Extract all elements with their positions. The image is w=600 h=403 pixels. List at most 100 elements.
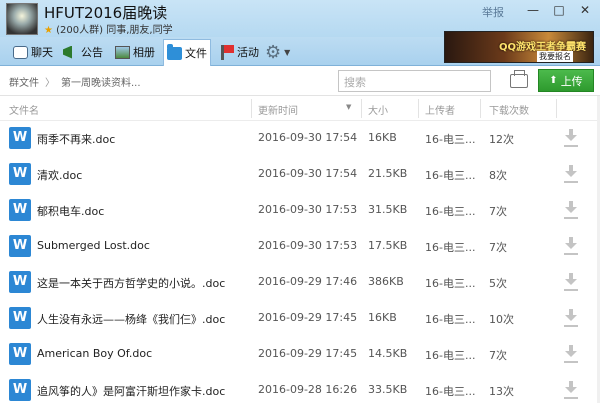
- file-list: W 雨季不再来.doc 2016-09-30 17:54 16KB 16-电三.…: [0, 121, 600, 403]
- ad-button[interactable]: 我要报名: [537, 51, 573, 62]
- header-divider: [480, 99, 481, 118]
- folder-icon: [167, 43, 182, 60]
- album-icon: [115, 45, 130, 59]
- file-name[interactable]: 这是一本关于西方哲学史的小说。.doc: [37, 275, 225, 291]
- download-icon[interactable]: [564, 165, 578, 181]
- tab-chat-label: 聊天: [31, 46, 53, 59]
- table-row[interactable]: W 人生没有永远——杨绛《我们仨》.doc 2016-09-29 17:45 1…: [0, 301, 600, 337]
- print-icon[interactable]: [510, 70, 528, 88]
- header-downloads[interactable]: 下载次数: [489, 102, 529, 117]
- file-time: 2016-09-28 16:26: [258, 383, 358, 396]
- file-uploader[interactable]: 16-电三...: [425, 239, 475, 255]
- group-subtitle: ★ (200人群) 同事,朋友,同学: [44, 21, 173, 36]
- file-time: 2016-09-30 17:54: [258, 131, 358, 144]
- file-downloads: 10次: [489, 313, 514, 326]
- group-name: HFUT2016届晚读: [44, 4, 168, 22]
- close-button[interactable]: ✕: [576, 2, 594, 18]
- ad-banner[interactable]: QQ游戏王者争霸赛 我要报名: [444, 31, 594, 63]
- download-icon[interactable]: [564, 345, 578, 361]
- file-name[interactable]: 郁积电车.doc: [37, 203, 104, 219]
- file-action-bar: 群文件〉第一周晚读资料... 搜索 ⬆ 上传: [0, 66, 600, 96]
- tab-activity[interactable]: 活动: [218, 40, 262, 64]
- download-icon-base: [564, 181, 578, 183]
- group-tags: (200人群) 同事,朋友,同学: [56, 25, 173, 36]
- file-time: 2016-09-29 17:46: [258, 275, 358, 288]
- minimize-button[interactable]: —: [524, 2, 542, 18]
- breadcrumb-current: 第一周晚读资料...: [61, 78, 141, 89]
- upload-button[interactable]: ⬆ 上传: [538, 69, 594, 92]
- flag-icon: [221, 44, 234, 60]
- tab-notice[interactable]: 公告: [60, 40, 106, 64]
- file-uploader[interactable]: 16-电三...: [425, 203, 475, 219]
- file-name[interactable]: 清欢.doc: [37, 167, 82, 183]
- upload-arrow-icon: ⬆: [549, 75, 558, 86]
- table-row[interactable]: W 清欢.doc 2016-09-30 17:54 21.5KB 16-电三..…: [0, 157, 600, 193]
- tab-activity-label: 活动: [237, 46, 259, 59]
- header-size[interactable]: 大小: [368, 102, 388, 117]
- word-doc-icon: W: [9, 271, 31, 293]
- tab-album[interactable]: 相册: [112, 40, 158, 64]
- file-downloads: 7次: [489, 205, 507, 218]
- tab-chat[interactable]: 聊天: [10, 40, 56, 64]
- header-time[interactable]: 更新时间: [258, 102, 298, 117]
- file-size: 17.5KB: [368, 239, 408, 252]
- file-name[interactable]: Submerged Lost.doc: [37, 239, 150, 252]
- file-downloads: 5次: [489, 277, 507, 290]
- file-size: 16KB: [368, 311, 397, 324]
- file-downloads: 7次: [489, 349, 507, 362]
- file-uploader[interactable]: 16-电三...: [425, 347, 475, 363]
- header-divider: [361, 99, 362, 118]
- download-icon-base: [564, 289, 578, 291]
- tab-album-label: 相册: [133, 46, 155, 59]
- file-size: 31.5KB: [368, 203, 408, 216]
- table-row[interactable]: W 雨季不再来.doc 2016-09-30 17:54 16KB 16-电三.…: [0, 121, 600, 157]
- breadcrumb: 群文件〉第一周晚读资料...: [9, 74, 141, 89]
- file-uploader[interactable]: 16-电三...: [425, 275, 475, 291]
- file-name[interactable]: 人生没有永远——杨绛《我们仨》.doc: [37, 311, 225, 327]
- table-row[interactable]: W 追风筝的人》是阿富汗斯坦作家卡.doc 2016-09-28 16:26 3…: [0, 373, 600, 403]
- word-doc-icon: W: [9, 235, 31, 257]
- more-apps-button[interactable]: ⚙ ▼: [262, 40, 293, 64]
- report-link[interactable]: 举报: [482, 4, 504, 20]
- download-icon[interactable]: [564, 201, 578, 217]
- header-name[interactable]: 文件名: [9, 102, 39, 117]
- file-time: 2016-09-29 17:45: [258, 347, 358, 360]
- table-row[interactable]: W 这是一本关于西方哲学史的小说。.doc 2016-09-29 17:46 3…: [0, 265, 600, 301]
- search-input[interactable]: 搜索: [338, 70, 491, 92]
- file-size: 33.5KB: [368, 383, 408, 396]
- chat-icon: [13, 45, 28, 59]
- file-uploader[interactable]: 16-电三...: [425, 131, 475, 147]
- header-uploader[interactable]: 上传者: [425, 102, 455, 117]
- file-uploader[interactable]: 16-电三...: [425, 383, 475, 399]
- download-icon-base: [564, 253, 578, 255]
- file-name[interactable]: American Boy Of.doc: [37, 347, 152, 360]
- group-avatar[interactable]: [6, 3, 38, 35]
- download-icon[interactable]: [564, 129, 578, 145]
- file-name[interactable]: 追风筝的人》是阿富汗斯坦作家卡.doc: [37, 383, 225, 399]
- maximize-button[interactable]: □: [550, 2, 568, 18]
- file-uploader[interactable]: 16-电三...: [425, 311, 475, 327]
- download-icon-base: [564, 397, 578, 399]
- table-row[interactable]: W 郁积电车.doc 2016-09-30 17:53 31.5KB 16-电三…: [0, 193, 600, 229]
- breadcrumb-root[interactable]: 群文件: [9, 78, 39, 89]
- header-divider: [251, 99, 252, 118]
- file-time: 2016-09-30 17:54: [258, 167, 358, 180]
- file-time: 2016-09-29 17:45: [258, 311, 358, 324]
- download-icon[interactable]: [564, 237, 578, 253]
- download-icon[interactable]: [564, 381, 578, 397]
- tab-files[interactable]: 文件: [163, 39, 211, 66]
- download-icon[interactable]: [564, 273, 578, 289]
- table-row[interactable]: W Submerged Lost.doc 2016-09-30 17:53 17…: [0, 229, 600, 265]
- sort-desc-icon[interactable]: ▼: [346, 103, 351, 111]
- download-icon[interactable]: [564, 309, 578, 325]
- word-doc-icon: W: [9, 127, 31, 149]
- table-row[interactable]: W American Boy Of.doc 2016-09-29 17:45 1…: [0, 337, 600, 373]
- download-icon-base: [564, 217, 578, 219]
- file-downloads: 12次: [489, 133, 514, 146]
- download-icon-base: [564, 145, 578, 147]
- tab-notice-label: 公告: [81, 46, 103, 59]
- file-uploader[interactable]: 16-电三...: [425, 167, 475, 183]
- file-downloads: 13次: [489, 385, 514, 398]
- file-name[interactable]: 雨季不再来.doc: [37, 131, 115, 147]
- header-divider: [556, 99, 557, 118]
